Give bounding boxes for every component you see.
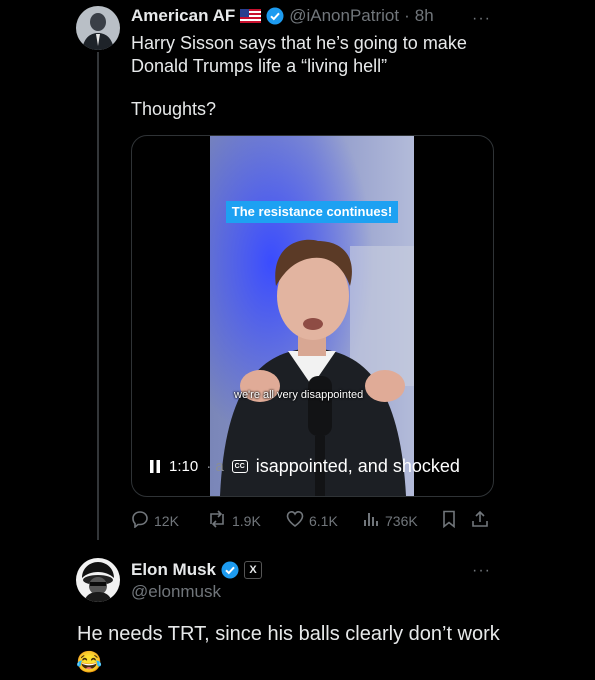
like-button[interactable]: 6.1K [286, 510, 338, 531]
pause-icon[interactable] [150, 460, 161, 473]
verified-badge-icon [266, 7, 284, 25]
post-text-line: Thoughts? [131, 99, 217, 119]
x-affiliate-badge: X [244, 561, 263, 579]
views-icon [362, 510, 380, 531]
like-count: 6.1K [309, 512, 338, 529]
repost-count: 1.9K [232, 512, 261, 529]
reply-text: He needs TRT, since his balls clearly do… [77, 623, 500, 645]
share-button[interactable] [471, 510, 489, 531]
video-time: 1:10 [169, 458, 199, 475]
video-banner-text: The resistance continues! [226, 201, 398, 223]
laughing-emoji: 😂 [76, 651, 103, 674]
caption-ghost-text: · a [206, 458, 224, 475]
reply-icon [131, 510, 149, 531]
reply-header: Elon Musk X [131, 560, 263, 580]
reply-author-name[interactable]: Elon Musk [131, 560, 216, 580]
verified-badge-icon [221, 561, 239, 579]
us-flag-icon [240, 9, 262, 23]
views-count: 736K [385, 512, 418, 529]
closed-captions-icon[interactable]: CC [231, 460, 248, 473]
views-button[interactable]: 736K [362, 510, 418, 531]
video-burned-subtitle: we're all very disappointed [234, 389, 364, 401]
post-header: American AF @iAnonPatriot · 8h [131, 6, 434, 26]
more-options-icon[interactable]: ··· [472, 10, 491, 28]
bookmark-icon [441, 510, 457, 531]
video-frame[interactable]: The resistance continues! we're all very… [210, 136, 414, 496]
author-handle[interactable]: @iAnonPatriot [289, 6, 399, 26]
post-time[interactable]: 8h [415, 6, 434, 26]
reply-author-avatar[interactable] [76, 558, 120, 602]
reply-author-handle[interactable]: @elonmusk [131, 582, 221, 602]
post-text: Harry Sisson says that he’s going to mak… [131, 32, 551, 121]
reply-more-options-icon[interactable]: ··· [472, 562, 491, 580]
share-icon [471, 510, 489, 531]
reply-button[interactable]: 12K [131, 510, 179, 531]
video-player[interactable]: The resistance continues! we're all very… [131, 135, 494, 497]
thread-line [97, 52, 99, 540]
video-thumbnail [210, 136, 414, 496]
post-text-line: Donald Trumps life a “living hell” [131, 56, 388, 76]
repost-icon [207, 510, 227, 531]
heart-icon [286, 510, 304, 531]
post-text-line: Harry Sisson says that he’s going to mak… [131, 33, 467, 53]
author-name[interactable]: American AF [131, 6, 235, 26]
reply-count: 12K [154, 512, 179, 529]
video-caption: isappointed, and shocked [255, 456, 460, 476]
video-controls: 1:10 · a CC isappointed, and shocked [150, 456, 460, 477]
separator-dot: · [404, 6, 410, 25]
bookmark-button[interactable] [441, 510, 457, 531]
post-actions: 12K 1.9K 6.1K 736K [131, 510, 493, 534]
author-avatar[interactable] [76, 6, 120, 50]
repost-button[interactable]: 1.9K [207, 510, 261, 531]
